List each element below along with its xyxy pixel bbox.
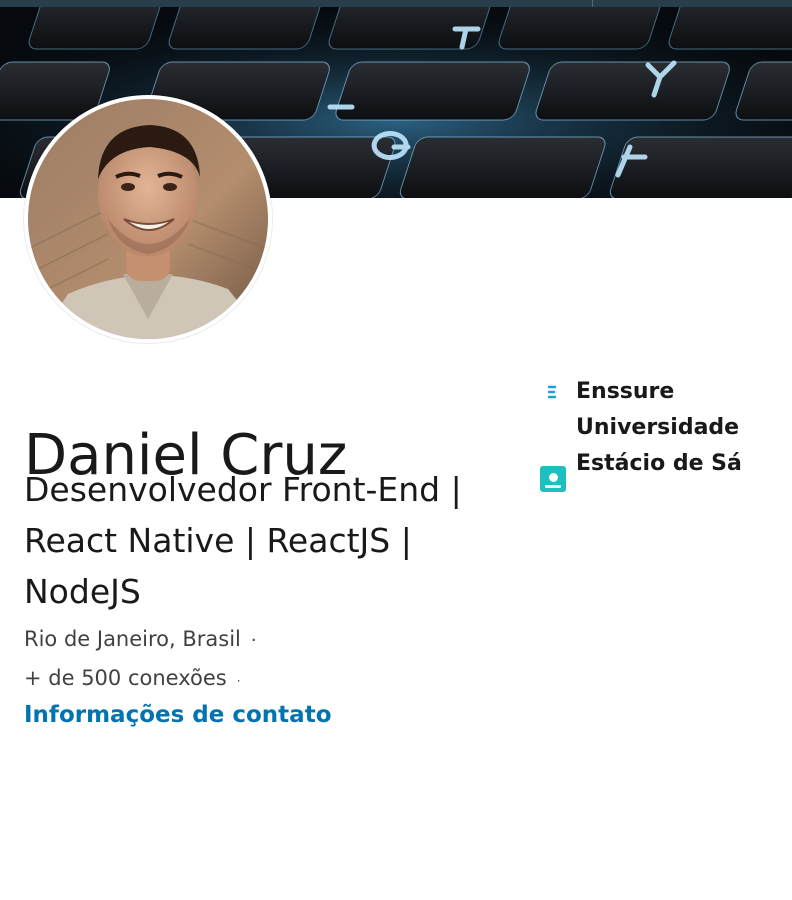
enssure-logo-icon [540, 380, 564, 404]
avatar[interactable] [28, 99, 268, 339]
experience-education-list: Enssure Universidade Estácio de Sá [538, 374, 778, 492]
profile-location-row: Rio de Janeiro, Brasil · [24, 623, 257, 657]
profile-connections[interactable]: + de 500 conexões [24, 666, 227, 690]
profile-connections-row: + de 500 conexões · [24, 662, 241, 697]
education-name: Universidade Estácio de Sá [576, 415, 742, 476]
profile-headline: Desenvolvedor Front-End | React Native |… [24, 470, 462, 611]
global-nav-bar-edge [0, 0, 792, 7]
profile-location: Rio de Janeiro, Brasil [24, 627, 241, 651]
profile-photo-image [28, 99, 268, 339]
estacio-logo-icon [540, 466, 566, 492]
experience-item-enssure[interactable]: Enssure [538, 374, 778, 410]
education-item-estacio[interactable]: Universidade Estácio de Sá [538, 410, 778, 492]
contact-info-link[interactable]: Informações de contato [24, 699, 332, 731]
nav-divider [592, 0, 593, 7]
separator-dot: · [250, 630, 257, 651]
experience-name: Enssure [576, 379, 675, 404]
profile-photo[interactable] [24, 95, 272, 343]
separator-dot: · [236, 674, 241, 688]
